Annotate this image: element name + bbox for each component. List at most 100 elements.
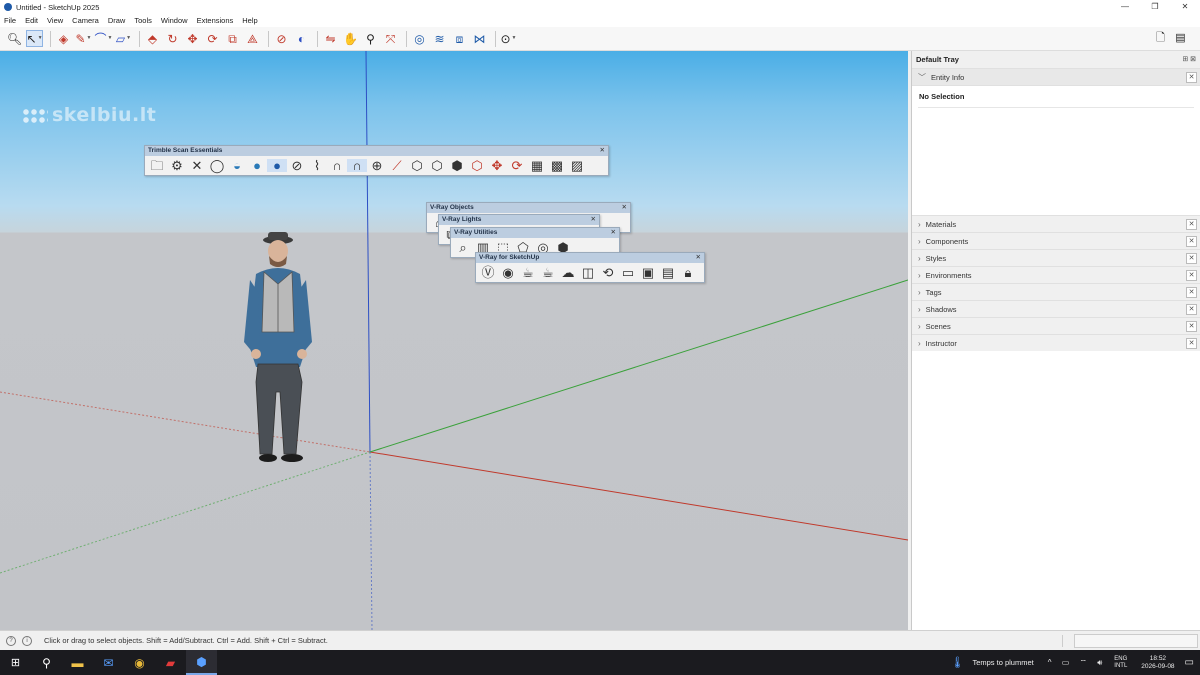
push-pull-icon[interactable]: ⬘	[144, 30, 161, 47]
zoom-extents-icon[interactable]: ⤧	[382, 30, 399, 47]
menu-window[interactable]: Window	[161, 16, 188, 25]
follow-me-icon[interactable]: ↻	[164, 30, 181, 47]
geo-location-icon[interactable]: ?	[6, 635, 16, 646]
offset-icon[interactable]: ⟁	[244, 30, 261, 47]
toolbar-close-button[interactable]: ✕	[622, 203, 627, 213]
vray-window-icon[interactable]: ▣	[638, 266, 658, 279]
chrome-icon[interactable]: ◉	[124, 650, 155, 675]
move-icon[interactable]: ✥	[184, 30, 201, 47]
layout-icon[interactable]: ⧈	[451, 30, 468, 47]
mesh-icon[interactable]: ▦	[527, 159, 547, 172]
panel-components[interactable]: › Components ✕	[912, 232, 1200, 249]
close-icon[interactable]: ✕	[1186, 338, 1197, 349]
close-icon[interactable]: ✕	[1186, 72, 1197, 83]
menu-edit[interactable]: Edit	[25, 16, 38, 25]
folder-icon[interactable]: 🗀︎	[147, 159, 167, 172]
scale-icon[interactable]: ⧉	[224, 30, 241, 47]
menu-draw[interactable]: Draw	[108, 16, 126, 25]
clock[interactable]: 18:52 2026-09-08	[1141, 655, 1174, 671]
orbit-icon[interactable]: ⇋	[322, 30, 339, 47]
droplet-filled-icon[interactable]: ●	[247, 159, 267, 172]
system-icons[interactable]: ^ ▭ ⌔ 🔊︎	[1048, 658, 1107, 668]
windows-start-icon[interactable]: ⊞	[0, 650, 31, 675]
vray-cloud-icon[interactable]: ☁	[558, 266, 578, 279]
toolbar-close-button[interactable]: ✕	[600, 146, 605, 156]
menu-extensions[interactable]: Extensions	[197, 16, 234, 25]
toolbar-header[interactable]: V-Ray Lights ✕	[439, 215, 599, 225]
droplet-half-icon[interactable]: ◒	[227, 159, 247, 172]
new-file-icon[interactable]: 🗋︎	[1152, 30, 1169, 47]
close-icon[interactable]: ✕	[1186, 287, 1197, 298]
gear-icon[interactable]: ⚙	[167, 159, 187, 172]
warehouse-icon[interactable]: ◎	[411, 30, 428, 47]
model-viewport[interactable]: skelbiu.lt Trimble Scan Essentials ✕ 🗀︎ ⚙…	[0, 51, 908, 630]
panel-shadows[interactable]: › Shadows ✕	[912, 300, 1200, 317]
vray-asset-editor-icon[interactable]: Ⓥ	[478, 266, 498, 279]
search-icon[interactable]: ⚲	[31, 650, 62, 675]
droplet-selected-icon[interactable]: ●	[267, 159, 287, 172]
close-icon[interactable]: ✕	[1186, 304, 1197, 315]
panel-toggle-icon[interactable]: ▤	[1172, 30, 1189, 47]
trimble-connect-icon[interactable]: ⋈	[471, 30, 488, 47]
minimize-button[interactable]: —	[1110, 0, 1140, 14]
toolbar-header[interactable]: V-Ray Utilities ✕	[451, 228, 619, 238]
toolbar-close-button[interactable]: ✕	[611, 228, 616, 238]
lasso-icon[interactable]: ⌇	[307, 159, 327, 172]
magnet-icon[interactable]: ∩	[327, 159, 347, 172]
mail-icon[interactable]: ✉	[93, 650, 124, 675]
add-point-icon[interactable]: ⊕	[367, 159, 387, 172]
close-icon[interactable]: ✕	[1186, 270, 1197, 281]
vray-teapot-icon[interactable]: ☕︎	[518, 266, 538, 279]
pan-icon[interactable]: ✋	[342, 30, 359, 47]
vray-utility-icon[interactable]: ⌕	[453, 241, 473, 254]
close-icon[interactable]: ✕	[1186, 321, 1197, 332]
menu-file[interactable]: File	[4, 16, 16, 25]
acrobat-icon[interactable]: ▰	[155, 650, 186, 675]
close-icon[interactable]: ✕	[187, 159, 207, 172]
close-icon[interactable]: ✕	[1186, 219, 1197, 230]
hexagon-red-icon[interactable]: ⬡	[467, 159, 487, 172]
vray-batch-icon[interactable]: ⟲	[598, 266, 618, 279]
move-points-icon[interactable]: ✥	[487, 159, 507, 172]
zoom-icon[interactable]: ⚲	[362, 30, 379, 47]
scale-figure[interactable]	[238, 232, 328, 466]
toolbar-close-button[interactable]: ✕	[696, 253, 701, 263]
paint-bucket-icon[interactable]: ◐	[293, 30, 310, 47]
menu-view[interactable]: View	[47, 16, 63, 25]
file-explorer-icon[interactable]: ▬	[62, 650, 93, 675]
vray-panel-icon[interactable]: ▤	[658, 266, 678, 279]
rotate-icon[interactable]: ⟳	[204, 30, 221, 47]
info-icon[interactable]: i	[22, 635, 32, 646]
pencil-icon[interactable]: ✎ ▼	[75, 30, 92, 47]
panel-styles[interactable]: › Styles ✕	[912, 249, 1200, 266]
vray-frame-buffer-icon[interactable]: ◫	[578, 266, 598, 279]
droplet-slash-icon[interactable]: ⊘	[287, 159, 307, 172]
eraser-icon[interactable]: ◈	[55, 30, 72, 47]
vray-lock-icon[interactable]: 🔒︎	[678, 266, 698, 279]
vray-camera-icon[interactable]: ▭	[618, 266, 638, 279]
extension-warehouse-icon[interactable]: ≋	[431, 30, 448, 47]
measurements-box[interactable]	[1074, 634, 1198, 648]
vray-interactive-icon[interactable]: ☕︎	[538, 266, 558, 279]
hexagon-icon[interactable]: ⬡	[407, 159, 427, 172]
toolbar-header[interactable]: Trimble Scan Essentials ✕	[145, 146, 608, 156]
mesh-shaded-icon[interactable]: ▩	[547, 159, 567, 172]
rotate-points-icon[interactable]: ⟳	[507, 159, 527, 172]
close-icon[interactable]: ✕	[1186, 236, 1197, 247]
close-icon[interactable]: ✕	[1186, 253, 1197, 264]
menu-help[interactable]: Help	[242, 16, 257, 25]
toolbar-header[interactable]: V-Ray Objects ✕	[427, 203, 630, 213]
arc-icon[interactable]: ⌒ ▼	[95, 30, 113, 47]
hexagon-dot-icon[interactable]: ⬡	[427, 159, 447, 172]
toolbar-close-button[interactable]: ✕	[591, 215, 596, 225]
tape-measure-icon[interactable]: ⊘	[273, 30, 290, 47]
maximize-button[interactable]: ❐	[1140, 0, 1170, 14]
select-tool-icon[interactable]: ↖ ▼	[26, 30, 43, 47]
close-button[interactable]: ✕	[1170, 0, 1200, 14]
mesh-grid-icon[interactable]: ▨	[567, 159, 587, 172]
menu-camera[interactable]: Camera	[72, 16, 99, 25]
panel-tags[interactable]: › Tags ✕	[912, 283, 1200, 300]
tray-controls[interactable]: ⊞ ⊠	[1182, 51, 1196, 68]
account-icon[interactable]: ⊙ ▼	[500, 30, 517, 47]
sketchup-taskbar-icon[interactable]: ⬢	[186, 650, 217, 675]
